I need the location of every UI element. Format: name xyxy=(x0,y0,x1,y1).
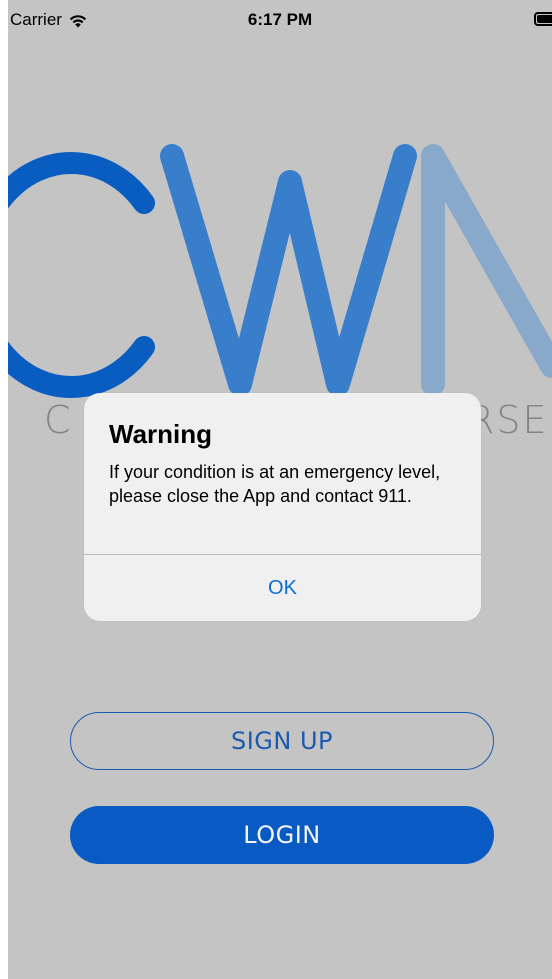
alert-ok-button[interactable]: OK xyxy=(84,555,481,621)
warning-alert: Warning If your condition is at an emerg… xyxy=(84,393,481,621)
alert-title: Warning xyxy=(109,419,213,449)
app-screen: Carrier 6:17 PM C RSE SIGN UP LOGIN Warn… xyxy=(8,0,552,979)
alert-message: If your condition is at an emergency lev… xyxy=(109,462,441,506)
alert-body: Warning If your condition is at an emerg… xyxy=(109,419,461,508)
